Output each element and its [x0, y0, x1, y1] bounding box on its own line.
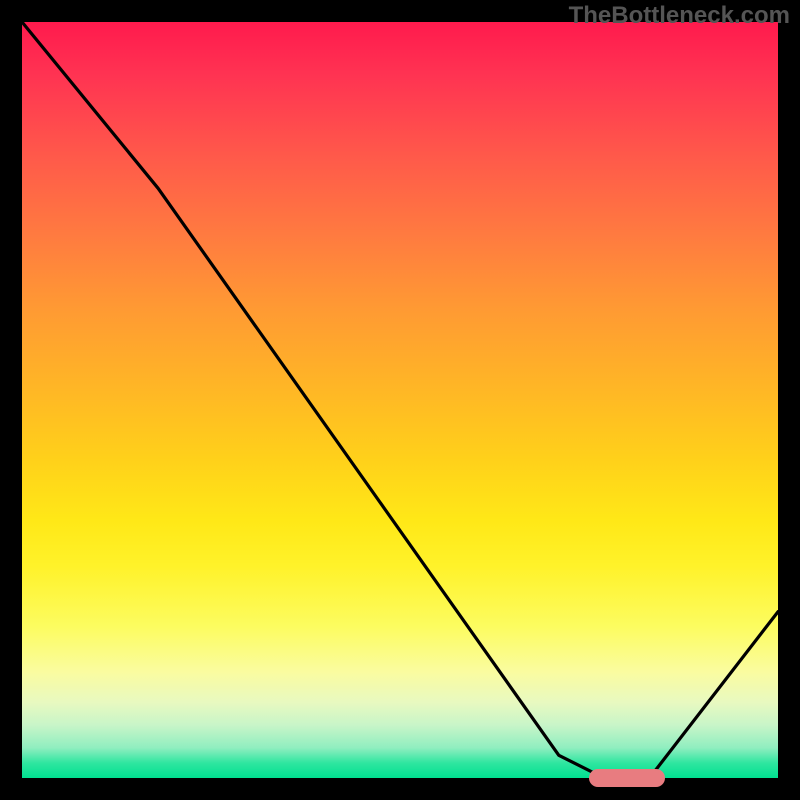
bottleneck-curve: [22, 22, 778, 778]
chart-frame: TheBottleneck.com: [0, 0, 800, 800]
optimal-range-marker: [589, 769, 665, 787]
watermark-text: TheBottleneck.com: [569, 2, 790, 30]
plot-area: [22, 22, 778, 778]
